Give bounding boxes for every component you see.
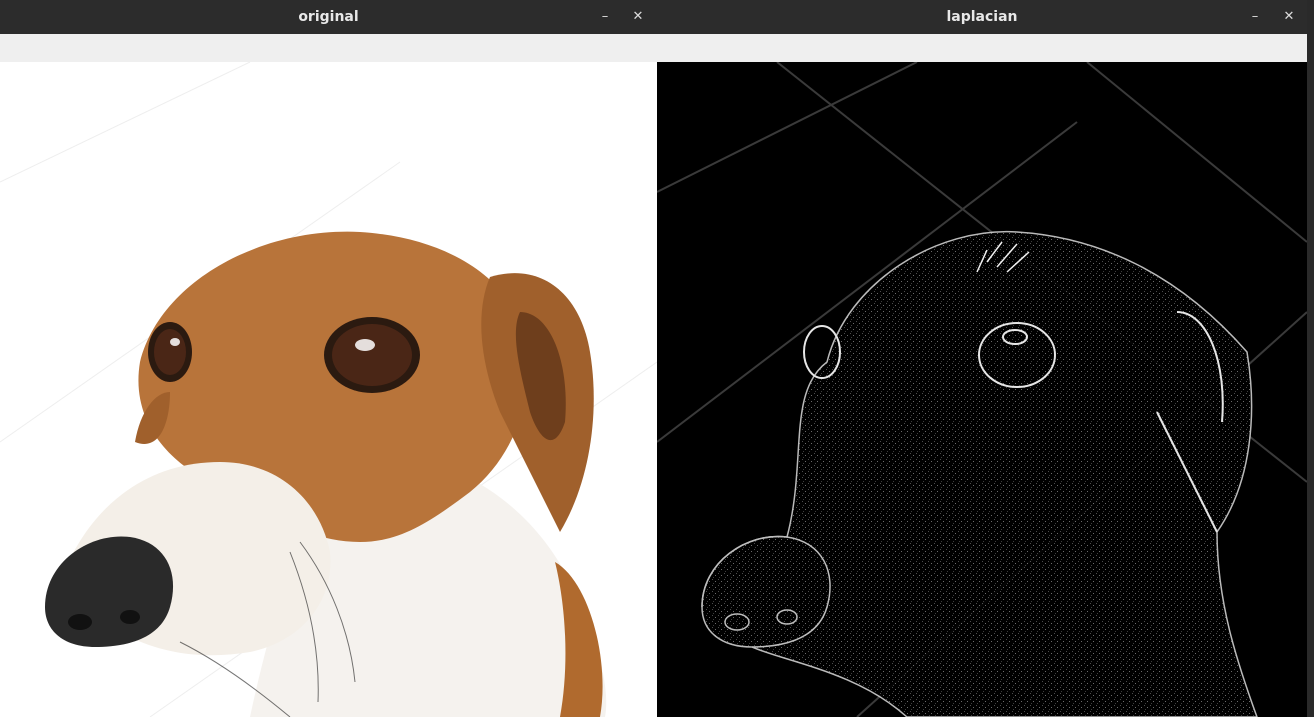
window-original: original – ✕ <box>0 0 657 717</box>
dog-photo <box>0 62 657 717</box>
window-title: original <box>298 9 359 25</box>
toolbar <box>0 34 657 63</box>
titlebar[interactable]: original – ✕ <box>0 0 657 35</box>
minimize-icon: – <box>1251 9 1259 24</box>
titlebar[interactable]: laplacian – ✕ <box>657 0 1307 35</box>
close-icon: ✕ <box>632 9 644 24</box>
close-button[interactable]: ✕ <box>627 6 649 28</box>
close-icon: ✕ <box>1283 9 1295 24</box>
minimize-icon: – <box>601 9 609 24</box>
window-title: laplacian <box>946 9 1018 25</box>
minimize-button[interactable]: – <box>1244 6 1266 28</box>
minimize-button[interactable]: – <box>594 6 616 28</box>
window-laplacian: laplacian – ✕ <box>657 0 1307 717</box>
toolbar <box>657 34 1307 63</box>
close-button[interactable]: ✕ <box>1278 6 1300 28</box>
image-canvas[interactable] <box>657 62 1307 717</box>
laplacian-edge-map <box>657 62 1307 717</box>
desktop-edge <box>1307 0 1314 717</box>
image-canvas[interactable] <box>0 62 657 717</box>
